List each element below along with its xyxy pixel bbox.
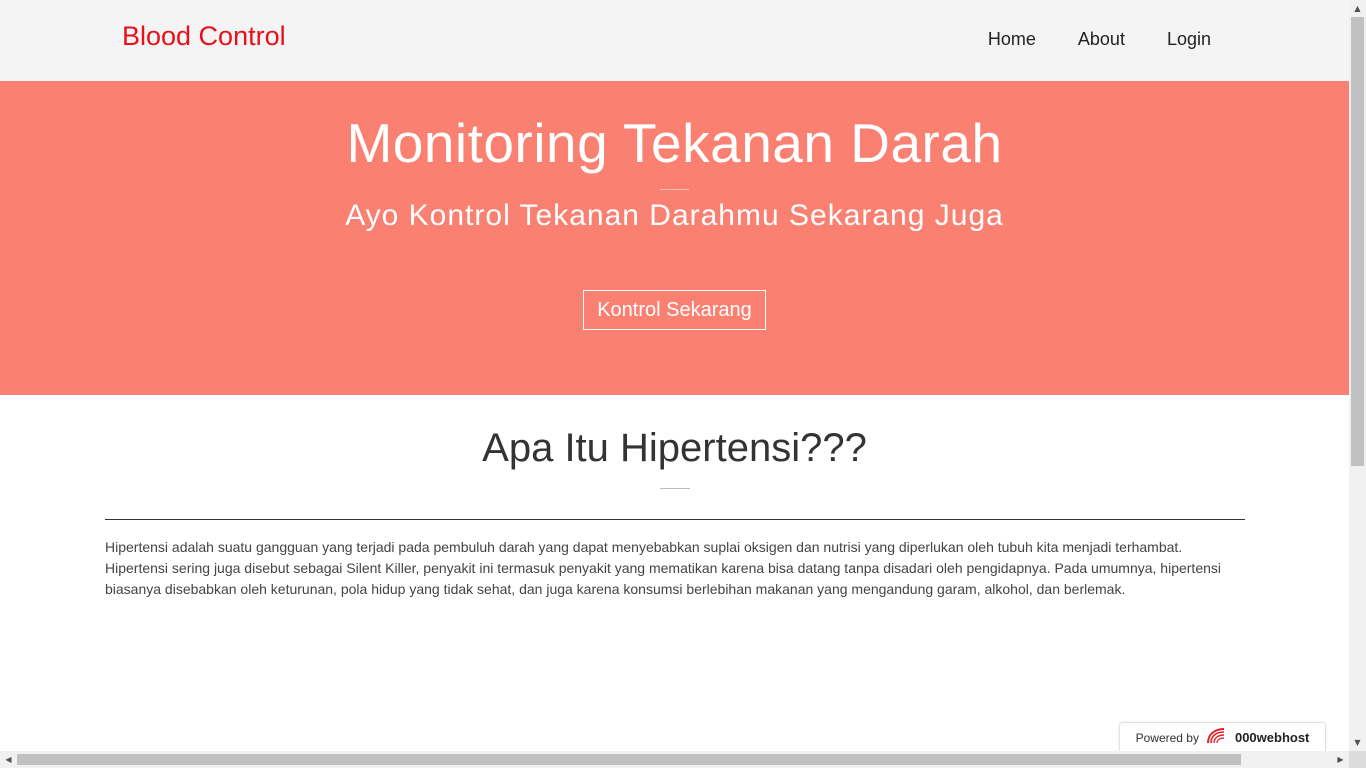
main-nav: Home About Login: [988, 29, 1211, 50]
nav-link-about[interactable]: About: [1078, 29, 1125, 50]
arrow-left-icon[interactable]: ◀: [0, 751, 17, 768]
vertical-scrollbar[interactable]: ▲ ▼: [1349, 0, 1366, 751]
powered-by-label: Powered by: [1135, 730, 1199, 745]
navbar: Blood Control Home About Login: [0, 0, 1349, 81]
nav-link-login[interactable]: Login: [1167, 29, 1211, 50]
section-divider: [105, 519, 1245, 520]
hero-section: Monitoring Tekanan Darah Ayo Kontrol Tek…: [0, 81, 1349, 395]
page: Blood Control Home About Login Monitorin…: [0, 0, 1349, 751]
hero-title: Monitoring Tekanan Darah: [346, 112, 1003, 174]
nav-link-home[interactable]: Home: [988, 29, 1036, 50]
host-name: 000webhost: [1234, 730, 1310, 745]
000webhost-logo-icon: [1205, 726, 1229, 749]
horizontal-scrollbar[interactable]: ◀ ▶: [0, 751, 1349, 768]
vertical-scroll-thumb[interactable]: [1351, 17, 1364, 466]
section-paragraph: Hipertensi adalah suatu gangguan yang te…: [105, 539, 1222, 597]
hero-subtitle: Ayo Kontrol Tekanan Darahmu Sekarang Jug…: [345, 199, 1004, 232]
section-heading: Apa Itu Hipertensi???: [482, 426, 867, 470]
kontrol-sekarang-button[interactable]: Kontrol Sekarang: [583, 290, 766, 330]
brand-logo-link[interactable]: Blood Control: [122, 21, 286, 52]
arrow-down-icon[interactable]: ▼: [1349, 734, 1366, 751]
hero-divider: [660, 189, 689, 190]
scrollbar-corner: [1349, 751, 1366, 768]
powered-by-badge[interactable]: Powered by 000webhost: [1119, 722, 1326, 751]
horizontal-scroll-thumb[interactable]: [17, 754, 1241, 765]
section-divider-short: [660, 488, 690, 489]
arrow-right-icon[interactable]: ▶: [1332, 751, 1349, 768]
arrow-up-icon[interactable]: ▲: [1349, 0, 1366, 17]
